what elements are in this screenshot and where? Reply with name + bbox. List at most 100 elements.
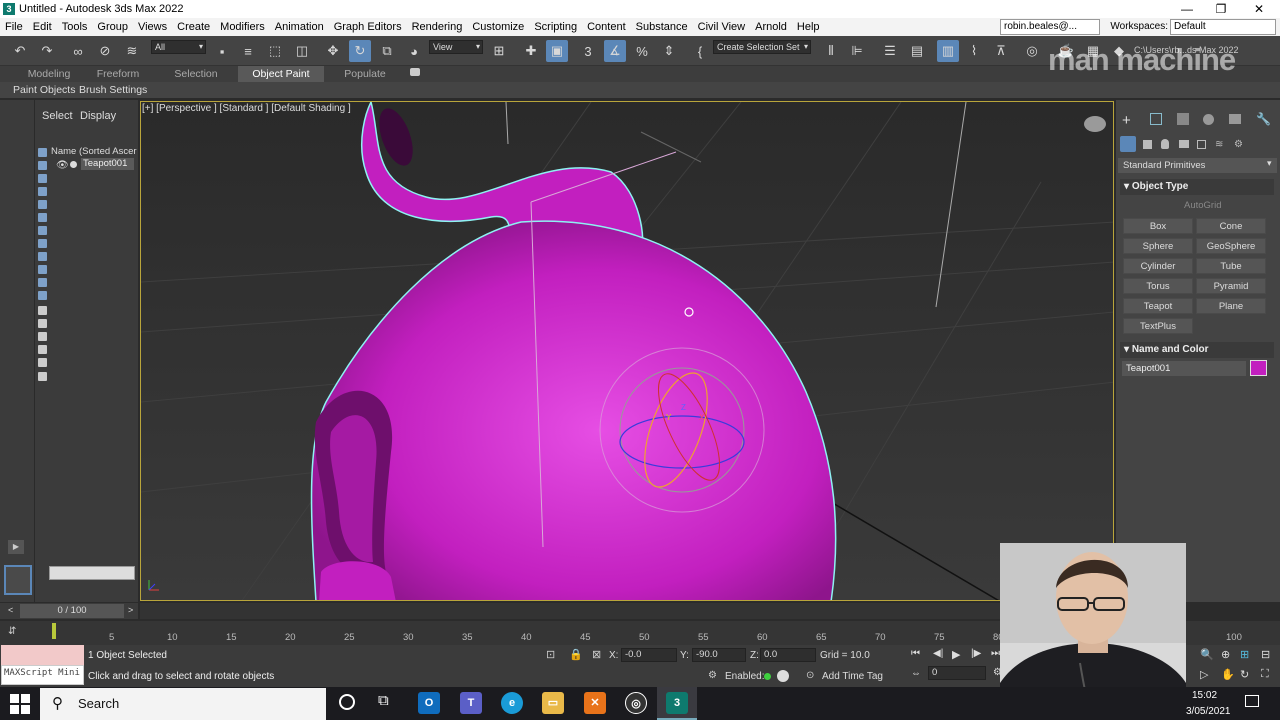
geosphere-button[interactable]: GeoSphere (1196, 238, 1266, 254)
brush-settings-panel[interactable]: Brush Settings (76, 82, 150, 98)
taskbar-search-input[interactable]: Search (40, 688, 326, 720)
select-object-icon[interactable]: ▪ (211, 40, 233, 62)
autogrid-checkbox[interactable]: AutoGrid (1184, 200, 1222, 211)
filter-icon[interactable] (38, 265, 47, 274)
toggle-ribbon-icon[interactable]: ▥ (937, 40, 959, 62)
previous-frame-icon[interactable]: ◀| (933, 648, 943, 659)
teapot-button[interactable]: Teapot (1123, 298, 1193, 314)
menu-modifiers[interactable]: Modifiers (215, 18, 270, 36)
viewcube-icon[interactable] (1084, 116, 1106, 132)
cylinder-button[interactable]: Cylinder (1123, 258, 1193, 274)
angle-snap-icon[interactable]: ∡ (604, 40, 626, 62)
redo-icon[interactable]: ↷ (36, 40, 58, 62)
motion-tab-icon[interactable] (1203, 114, 1214, 125)
menu-graph-editors[interactable]: Graph Editors (329, 18, 407, 36)
modify-tab-icon[interactable] (1150, 113, 1162, 125)
filter-icon[interactable] (38, 358, 47, 367)
menu-file[interactable]: File (0, 18, 28, 36)
menu-create[interactable]: Create (172, 18, 215, 36)
object-color-swatch[interactable] (1250, 360, 1267, 376)
file-explorer-icon[interactable]: ▭ (542, 692, 564, 714)
viewport-perspective[interactable]: Y Z X (140, 101, 1114, 601)
systems-icon[interactable]: ⚙ (1234, 139, 1243, 150)
box-button[interactable]: Box (1123, 218, 1193, 234)
pyramid-button[interactable]: Pyramid (1196, 278, 1266, 294)
window-crossing-icon[interactable]: ◫ (291, 40, 313, 62)
menu-arnold[interactable]: Arnold (750, 18, 792, 36)
snaps-toggle-icon[interactable]: 3 (577, 40, 599, 62)
workspaces-dropdown[interactable]: Default (1170, 19, 1276, 35)
user-account-dropdown[interactable]: robin.beales@... (1000, 19, 1100, 35)
undo-icon[interactable]: ↶ (9, 40, 31, 62)
tab-modeling[interactable]: Modeling (14, 66, 84, 82)
menu-views[interactable]: Views (133, 18, 172, 36)
pan-view-icon[interactable]: ✋ (1221, 668, 1235, 681)
minimize-button[interactable]: — (1170, 0, 1204, 18)
3ds-max-icon[interactable]: 3 (666, 692, 688, 714)
geometry-icon[interactable] (1120, 136, 1136, 152)
utilities-tab-icon[interactable]: 🔧 (1256, 112, 1271, 126)
track-bar-icon[interactable]: ⇵ (8, 626, 16, 637)
select-rotate-icon[interactable]: ↻ (349, 40, 371, 62)
plane-button[interactable]: Plane (1196, 298, 1266, 314)
time-config-icon[interactable] (777, 670, 789, 682)
ribbon-options-icon[interactable] (410, 68, 420, 76)
edge-icon[interactable]: e (501, 692, 523, 714)
rectangular-selection-icon[interactable]: ⬚ (264, 40, 286, 62)
explorer-column-header[interactable]: Name (Sorted Ascer (51, 146, 137, 157)
explorer-tab-select[interactable]: Select (42, 110, 73, 122)
windows-start-icon[interactable] (10, 694, 30, 714)
explorer-item-teapot[interactable]: Teapot001 (81, 158, 134, 170)
clock-date[interactable]: 3/05/2021 (1186, 706, 1231, 717)
keyboard-shortcut-override-icon[interactable]: ▣ (546, 40, 568, 62)
tab-freeform[interactable]: Freeform (84, 66, 152, 82)
cameras-icon[interactable] (1179, 140, 1189, 148)
object-name-input[interactable]: Teapot001 (1122, 361, 1246, 376)
z-coordinate-input[interactable]: 0.0 (760, 648, 816, 662)
zoom-all-icon[interactable]: ⊕ (1221, 648, 1230, 661)
filter-icon[interactable] (38, 345, 47, 354)
object-type-rollout[interactable]: ▾ Object Type (1120, 179, 1274, 195)
filter-icon[interactable] (38, 226, 47, 235)
x-coordinate-input[interactable]: -0.0 (621, 648, 677, 662)
tube-button[interactable]: Tube (1196, 258, 1266, 274)
layer-toggle-icon[interactable] (4, 565, 32, 595)
tab-selection[interactable]: Selection (160, 66, 232, 82)
filter-icon[interactable] (38, 161, 47, 170)
cone-button[interactable]: Cone (1196, 218, 1266, 234)
teams-icon[interactable]: T (460, 692, 482, 714)
place-icon[interactable]: ◕ (403, 40, 425, 62)
tab-populate[interactable]: Populate (330, 66, 400, 82)
curve-editor-icon[interactable]: ⌇ (963, 40, 985, 62)
menu-scripting[interactable]: Scripting (529, 18, 582, 36)
schematic-view-icon[interactable]: ⊼ (990, 40, 1012, 62)
link-icon[interactable]: ∞ (67, 40, 89, 62)
zoom-extents-icon[interactable]: ⊞ (1240, 648, 1249, 661)
filter-icon[interactable] (38, 239, 47, 248)
spinner-snap-icon[interactable]: ⇕ (658, 40, 680, 62)
menu-substance[interactable]: Substance (631, 18, 693, 36)
task-view-icon[interactable]: ⧉ (378, 692, 389, 709)
align-icon[interactable]: ⊫ (846, 40, 868, 62)
restore-button[interactable]: ❐ (1204, 0, 1238, 18)
menu-animation[interactable]: Animation (270, 18, 329, 36)
time-slider-track[interactable] (140, 603, 1114, 619)
teapot-body[interactable] (310, 220, 837, 601)
filter-icon[interactable] (38, 174, 47, 183)
go-to-end-icon[interactable]: ⏭ (991, 648, 1000, 659)
unlink-icon[interactable]: ⊘ (94, 40, 116, 62)
select-manipulate-icon[interactable]: ✚ (520, 40, 542, 62)
filter-icon[interactable] (38, 306, 47, 315)
adaptive-degradation-icon[interactable]: ⚙ (708, 670, 717, 681)
edit-named-selection-icon[interactable]: { (689, 40, 711, 62)
menu-edit[interactable]: Edit (28, 18, 57, 36)
clock-time[interactable]: 15:02 (1192, 690, 1217, 701)
explorer-tab-display[interactable]: Display (80, 110, 116, 122)
hierarchy-tab-icon[interactable] (1177, 113, 1189, 125)
filter-icon[interactable] (38, 291, 47, 300)
enabled-status-dot[interactable] (764, 673, 771, 680)
maximize-viewport-icon[interactable]: ⛶ (1261, 668, 1269, 681)
named-selection-set-dropdown[interactable]: Create Selection Set (713, 40, 811, 54)
play-icon[interactable]: ▶ (952, 648, 960, 661)
next-frame-icon[interactable]: |▶ (971, 648, 981, 659)
